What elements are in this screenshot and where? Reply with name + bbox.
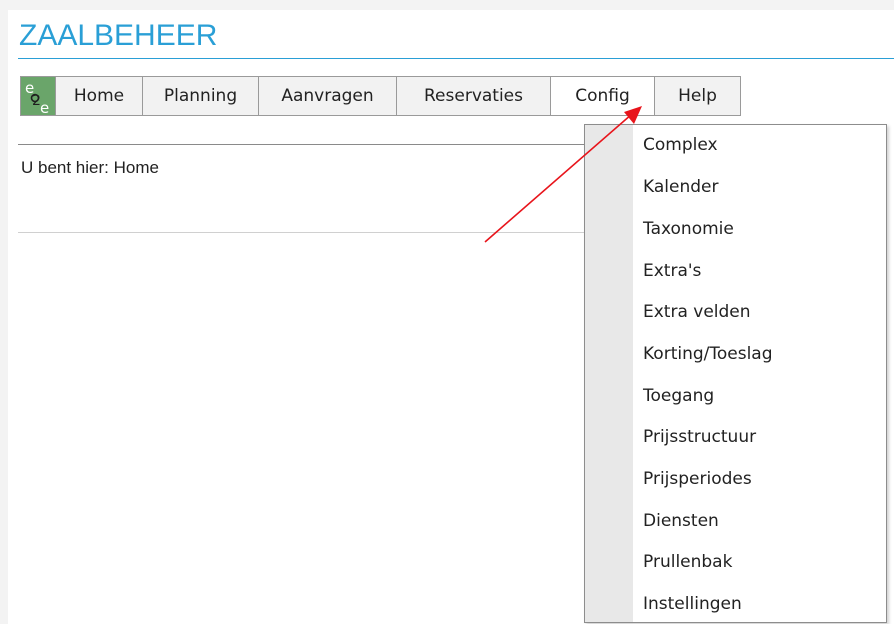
- menu-item-planning[interactable]: Planning: [143, 77, 259, 115]
- dropdown-item-diensten[interactable]: Diensten: [643, 507, 719, 535]
- menu-item-aanvragen[interactable]: Aanvragen: [259, 77, 397, 115]
- dropdown-item-extras[interactable]: Extra's: [643, 257, 701, 285]
- main-menu: e 2 e Home Planning Aanvragen Reservatie…: [20, 76, 741, 116]
- dropdown-item-toegang[interactable]: Toegang: [643, 382, 714, 410]
- dropdown-item-prijsstructuur[interactable]: Prijsstructuur: [643, 423, 756, 451]
- dropdown-item-extra-velden[interactable]: Extra velden: [643, 298, 751, 326]
- app-title: ZAALBEHEER: [19, 19, 218, 52]
- dropdown-icon-gutter: [585, 125, 633, 622]
- dropdown-item-kalender[interactable]: Kalender: [643, 173, 718, 201]
- dropdown-item-taxonomie[interactable]: Taxonomie: [643, 215, 734, 243]
- dropdown-item-prijsperiodes[interactable]: Prijsperiodes: [643, 465, 752, 493]
- dropdown-item-korting-toeslag[interactable]: Korting/Toeslag: [643, 340, 773, 368]
- dropdown-item-prullenbak[interactable]: Prullenbak: [643, 548, 732, 576]
- config-dropdown-menu: Complex Kalender Taxonomie Extra's Extra…: [584, 124, 887, 623]
- dropdown-item-complex[interactable]: Complex: [643, 131, 718, 159]
- breadcrumb: U bent hier: Home: [21, 158, 159, 177]
- menu-item-home[interactable]: Home: [56, 77, 143, 115]
- title-divider: [18, 58, 894, 59]
- header-divider: [18, 144, 598, 145]
- menu-item-help[interactable]: Help: [655, 77, 740, 115]
- dropdown-item-instellingen[interactable]: Instellingen: [643, 590, 742, 618]
- menu-item-config[interactable]: Config: [551, 77, 655, 115]
- content-divider: [18, 232, 598, 233]
- e2e-logo-icon[interactable]: e 2 e: [21, 77, 56, 115]
- page: ZAALBEHEER e 2 e Home Planning Aanvragen…: [8, 10, 894, 624]
- menu-item-reservaties[interactable]: Reservaties: [397, 77, 551, 115]
- svg-text:e: e: [40, 99, 49, 114]
